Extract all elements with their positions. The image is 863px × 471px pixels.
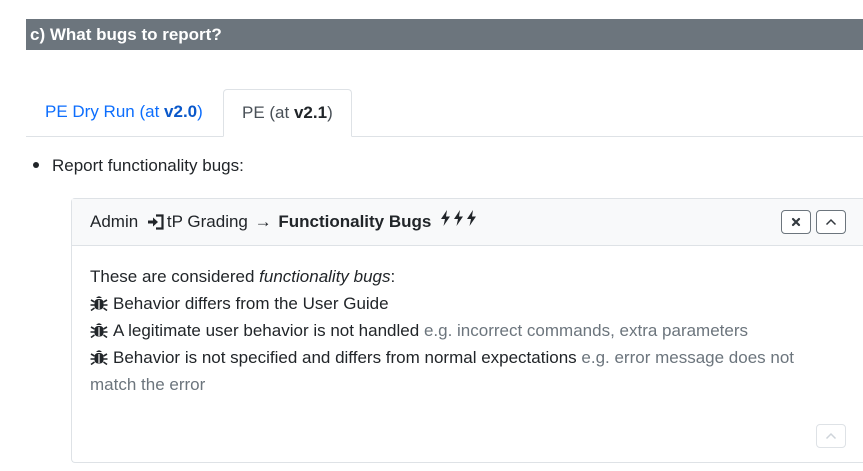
intro-line: These are considered functionality bugs:	[90, 263, 860, 290]
breadcrumb-tp-grading: tP Grading	[166, 212, 248, 231]
functionality-bugs-panel: Admin tP Grading → Functionality Bugs Th…	[71, 198, 863, 463]
tab-label-prefix: PE Dry Run (at	[45, 102, 165, 121]
tab-version: v2.0	[164, 102, 198, 121]
bug-item-text: Behavior is not specified and differs fr…	[113, 348, 577, 367]
tab-pe[interactable]: PE (at v2.1)	[223, 89, 352, 137]
section-title: c) What bugs to report?	[30, 25, 222, 44]
tab-label-suffix: )	[327, 103, 333, 122]
tab-label-prefix: PE (at	[242, 103, 294, 122]
tab-bar: PE Dry Run (at v2.0) PE (at v2.1)	[26, 89, 863, 137]
tab-label-suffix: )	[197, 102, 203, 121]
bug-item: Behavior is not specified and differs fr…	[90, 344, 860, 371]
intro-text: These are considered	[90, 267, 260, 286]
bug-item-example: e.g. incorrect commands, extra parameter…	[423, 321, 749, 340]
bug-item: Behavior differs from the User Guide	[90, 290, 860, 317]
panel-body: These are considered functionality bugs:…	[90, 263, 860, 398]
breadcrumb-admin: Admin	[90, 212, 139, 231]
footer-collapse-button[interactable]	[816, 424, 846, 448]
breadcrumb-arrow: →	[254, 212, 272, 231]
bug-icon	[90, 322, 108, 338]
intro-colon: :	[390, 267, 396, 286]
panel-header[interactable]: Admin tP Grading → Functionality Bugs	[72, 199, 863, 246]
bug-icon	[90, 295, 108, 311]
lightning-bolt-icon	[467, 209, 477, 226]
bug-item: A legitimate user behavior is not handle…	[90, 317, 860, 344]
bug-item-text: Behavior differs from the User Guide	[113, 294, 389, 313]
chevron-up-icon	[825, 432, 837, 440]
lightning-bolt-icon	[441, 209, 451, 226]
bullet-text: Report functionality bugs:	[52, 156, 244, 175]
bug-item-example: e.g. error message does not	[581, 348, 795, 367]
collapse-panel-button[interactable]	[816, 210, 846, 234]
intro-emphasis: functionality bugs	[259, 267, 391, 286]
tab-version: v2.1	[293, 103, 328, 122]
bug-item-example-continued: match the error	[90, 375, 206, 394]
chevron-up-icon	[825, 218, 837, 226]
lightning-icons	[440, 209, 479, 233]
bullet-dot	[33, 161, 39, 168]
tab-pe-dry-run[interactable]: PE Dry Run (at v2.0)	[27, 89, 221, 135]
close-icon	[791, 217, 801, 227]
lightning-bolt-icon	[454, 209, 464, 226]
section-header: c) What bugs to report?	[26, 19, 863, 50]
bug-icon	[90, 349, 108, 365]
login-icon	[147, 213, 164, 230]
panel-title: Admin tP Grading → Functionality Bugs	[90, 209, 479, 235]
bullet-item: Report functionality bugs:	[33, 154, 244, 178]
breadcrumb-functionality-bugs: Functionality Bugs	[278, 212, 432, 231]
close-panel-button[interactable]	[781, 210, 811, 234]
bug-item-text: A legitimate user behavior is not handle…	[113, 321, 420, 340]
